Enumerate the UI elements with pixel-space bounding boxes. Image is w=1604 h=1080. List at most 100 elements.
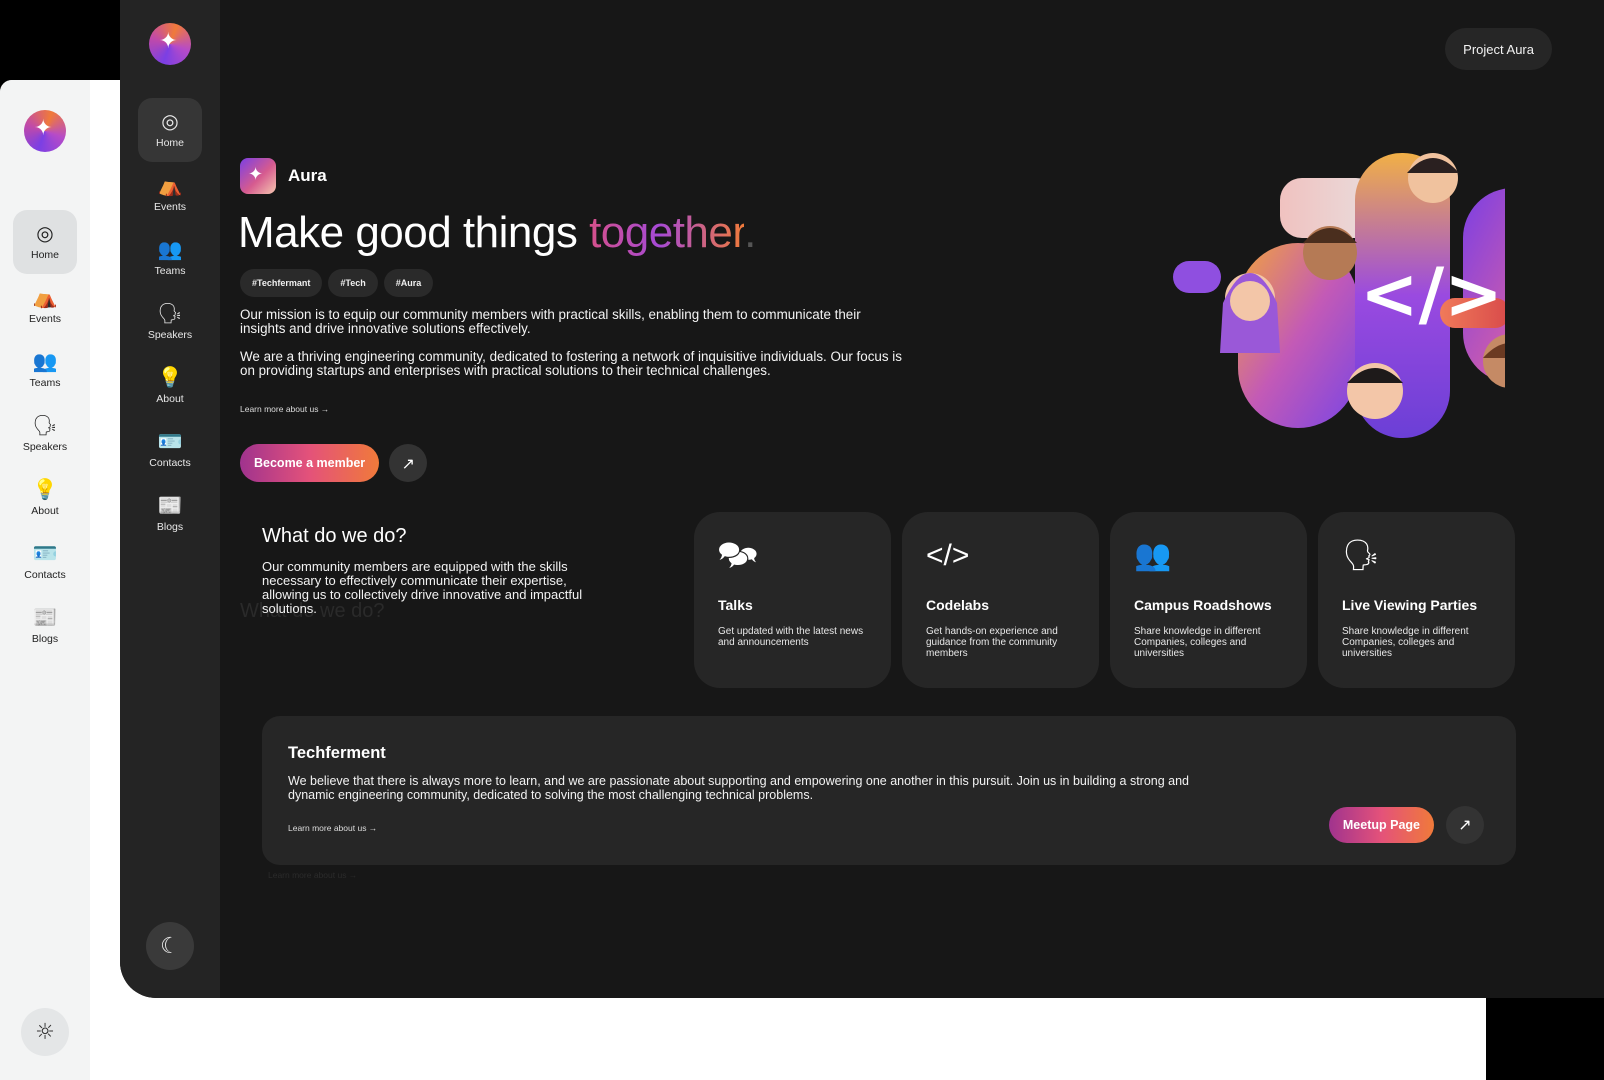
sidebar-item-speakers[interactable]: 🗣 Speakers bbox=[13, 402, 77, 466]
project-aura-button[interactable]: Project Aura bbox=[1445, 28, 1552, 70]
teams-icon: 👥 bbox=[32, 351, 58, 373]
techferment-description: We believe that there is always more to … bbox=[288, 774, 1190, 802]
sidebar-item-label: Blogs bbox=[156, 521, 184, 533]
code-glyph: </> bbox=[1360, 253, 1503, 335]
arrow-up-right-icon: ↗ bbox=[1458, 817, 1472, 834]
techferment-actions: Meetup Page ↗ bbox=[1328, 806, 1484, 844]
tag-tech[interactable]: #Tech bbox=[328, 269, 378, 297]
sidebar-item-speakers[interactable]: 🗣 Speakers bbox=[138, 290, 202, 354]
home-icon: ◎ bbox=[36, 223, 54, 245]
sidebar-item-label: About bbox=[156, 393, 184, 405]
card-title: Campus Roadshows bbox=[1134, 597, 1272, 613]
community-paragraph: We are a thriving engineering community,… bbox=[240, 349, 902, 378]
speakers-icon: 🗣 bbox=[157, 303, 183, 325]
speakers-icon: 🗣 bbox=[1342, 539, 1381, 572]
sidebar-item-label: Speakers bbox=[22, 441, 68, 453]
dark-sidebar-nav: ◎ Home ⛺ Events 👥 Teams 🗣 Speakers 💡 Abo… bbox=[138, 98, 202, 546]
sidebar-item-label: Events bbox=[153, 201, 187, 213]
talks-icon: 🗫 bbox=[718, 539, 758, 572]
mission-paragraph: Our mission is to equip our community me… bbox=[240, 307, 861, 336]
sidebar-item-home[interactable]: ◎ Home bbox=[13, 210, 77, 274]
techferment-panel: Techferment We believe that there is alw… bbox=[262, 716, 1516, 865]
arrow-link-button[interactable]: ↗ bbox=[389, 444, 428, 482]
card-description: Get hands-on experience and guidance fro… bbox=[926, 626, 1058, 659]
become-member-button[interactable]: Become a member bbox=[240, 444, 380, 482]
theme-toggle-button[interactable]: ☼ bbox=[21, 1008, 69, 1056]
card-description: Share knowledge in different Companies, … bbox=[1134, 626, 1261, 659]
lightbulb-icon: 💡 bbox=[32, 479, 58, 501]
sidebar-item-contacts[interactable]: 🪪 Contacts bbox=[13, 530, 77, 594]
tag-aura[interactable]: #Aura bbox=[383, 269, 434, 297]
teams-icon: 👥 bbox=[157, 239, 183, 261]
headline-accent: together bbox=[589, 208, 745, 257]
headline-dot: . bbox=[744, 208, 756, 257]
ghost-learn-more: Learn more about us → bbox=[268, 870, 358, 880]
sun-icon: ☼ bbox=[35, 1019, 55, 1045]
logo-icon[interactable] bbox=[24, 110, 66, 152]
sidebar-item-teams[interactable]: 👥 Teams bbox=[13, 338, 77, 402]
meetup-page-button[interactable]: Meetup Page bbox=[1328, 807, 1434, 843]
sidebar-item-label: Contacts bbox=[24, 569, 66, 581]
sidebar-item-label: Blogs bbox=[31, 633, 59, 645]
cta-row: Become a member ↗ bbox=[240, 444, 428, 482]
dark-sidebar: ◎ Home ⛺ Events 👥 Teams 🗣 Speakers 💡 bbox=[120, 0, 220, 998]
card-title: Codelabs bbox=[926, 597, 990, 613]
headline-main: Make good things bbox=[238, 208, 590, 257]
sidebar-item-label: Home bbox=[155, 137, 184, 149]
card-campus-roadshows[interactable]: 👥 Campus Roadshows Share knowledge in di… bbox=[1110, 512, 1307, 688]
brand-name: Aura bbox=[288, 166, 327, 185]
sidebar-item-events[interactable]: ⛺ Events bbox=[13, 274, 77, 338]
techferment-title: Techferment bbox=[288, 744, 386, 762]
theme-toggle-button[interactable]: ☾ bbox=[146, 922, 194, 970]
card-live-viewing-parties[interactable]: 🗣 Live Viewing Parties Share knowledge i… bbox=[1318, 512, 1515, 688]
arrow-up-right-icon: ↗ bbox=[401, 453, 415, 473]
events-icon: ⛺ bbox=[157, 175, 183, 197]
hero-illustration: </> bbox=[1055, 143, 1569, 443]
page-title: Make good things together. bbox=[238, 208, 756, 258]
mission-text: Our mission is to equip our community me… bbox=[240, 308, 905, 392]
brand: Aura bbox=[240, 158, 327, 194]
sidebar-item-teams[interactable]: 👥 Teams bbox=[138, 226, 202, 290]
sidebar-item-label: Home bbox=[30, 249, 59, 261]
aura-logo-icon bbox=[240, 158, 276, 194]
services-cards: 🗫 Talks Get updated with the latest news… bbox=[694, 512, 1515, 688]
sidebar-item-home[interactable]: ◎ Home bbox=[138, 98, 202, 162]
sidebar-item-label: Contacts bbox=[149, 457, 191, 469]
sidebar-item-about[interactable]: 💡 About bbox=[138, 354, 202, 418]
tag-techfermant[interactable]: #Techfermant bbox=[240, 269, 323, 297]
sidebar-item-label: Teams bbox=[154, 265, 186, 277]
group-icon: 👥 bbox=[1134, 539, 1172, 572]
sidebar-item-blogs[interactable]: 📰 Blogs bbox=[138, 482, 202, 546]
learn-more-link[interactable]: Learn more about us → bbox=[240, 404, 329, 414]
sidebar-item-contacts[interactable]: 🪪 Contacts bbox=[138, 418, 202, 482]
light-sidebar-nav: ◎ Home ⛺ Events 👥 Teams 🗣 Speakers 💡 Abo… bbox=[13, 210, 77, 658]
sidebar-item-label: Speakers bbox=[147, 329, 193, 341]
contact-card-icon: 🪪 bbox=[32, 543, 58, 565]
card-description: Share knowledge in different Companies, … bbox=[1342, 626, 1469, 659]
sidebar-item-blogs[interactable]: 📰 Blogs bbox=[13, 594, 77, 658]
dark-mode-window: ◎ Home ⛺ Events 👥 Teams 🗣 Speakers 💡 bbox=[120, 0, 1604, 998]
newspaper-icon: 📰 bbox=[32, 607, 58, 629]
sidebar-item-events[interactable]: ⛺ Events bbox=[138, 162, 202, 226]
card-talks[interactable]: 🗫 Talks Get updated with the latest news… bbox=[694, 512, 891, 688]
lightbulb-icon: 💡 bbox=[157, 367, 183, 389]
card-description: Get updated with the latest news and ann… bbox=[718, 626, 864, 648]
learn-more-link[interactable]: Learn more about us → bbox=[288, 823, 377, 833]
moon-icon: ☾ bbox=[160, 933, 180, 959]
home-icon: ◎ bbox=[161, 111, 179, 133]
speakers-icon: 🗣 bbox=[32, 415, 58, 437]
card-title: Talks bbox=[718, 597, 753, 613]
section-description: Our community members are equipped with … bbox=[262, 559, 583, 616]
sidebar-item-about[interactable]: 💡 About bbox=[13, 466, 77, 530]
card-codelabs[interactable]: </> Codelabs Get hands-on experience and… bbox=[902, 512, 1099, 688]
newspaper-icon: 📰 bbox=[157, 495, 183, 517]
contact-card-icon: 🪪 bbox=[157, 431, 183, 453]
events-icon: ⛺ bbox=[32, 287, 58, 309]
screen: ◎ Home ⛺ Events 👥 Teams 🗣 Speakers 💡 bbox=[0, 0, 1604, 1080]
card-title: Live Viewing Parties bbox=[1342, 597, 1478, 613]
logo-icon[interactable] bbox=[149, 23, 191, 65]
tag-list: #Techfermant #Tech #Aura bbox=[240, 269, 434, 297]
section-title: What do we do? bbox=[262, 525, 407, 547]
arrow-link-button[interactable]: ↗ bbox=[1446, 806, 1484, 844]
sidebar-item-label: Teams bbox=[29, 377, 61, 389]
